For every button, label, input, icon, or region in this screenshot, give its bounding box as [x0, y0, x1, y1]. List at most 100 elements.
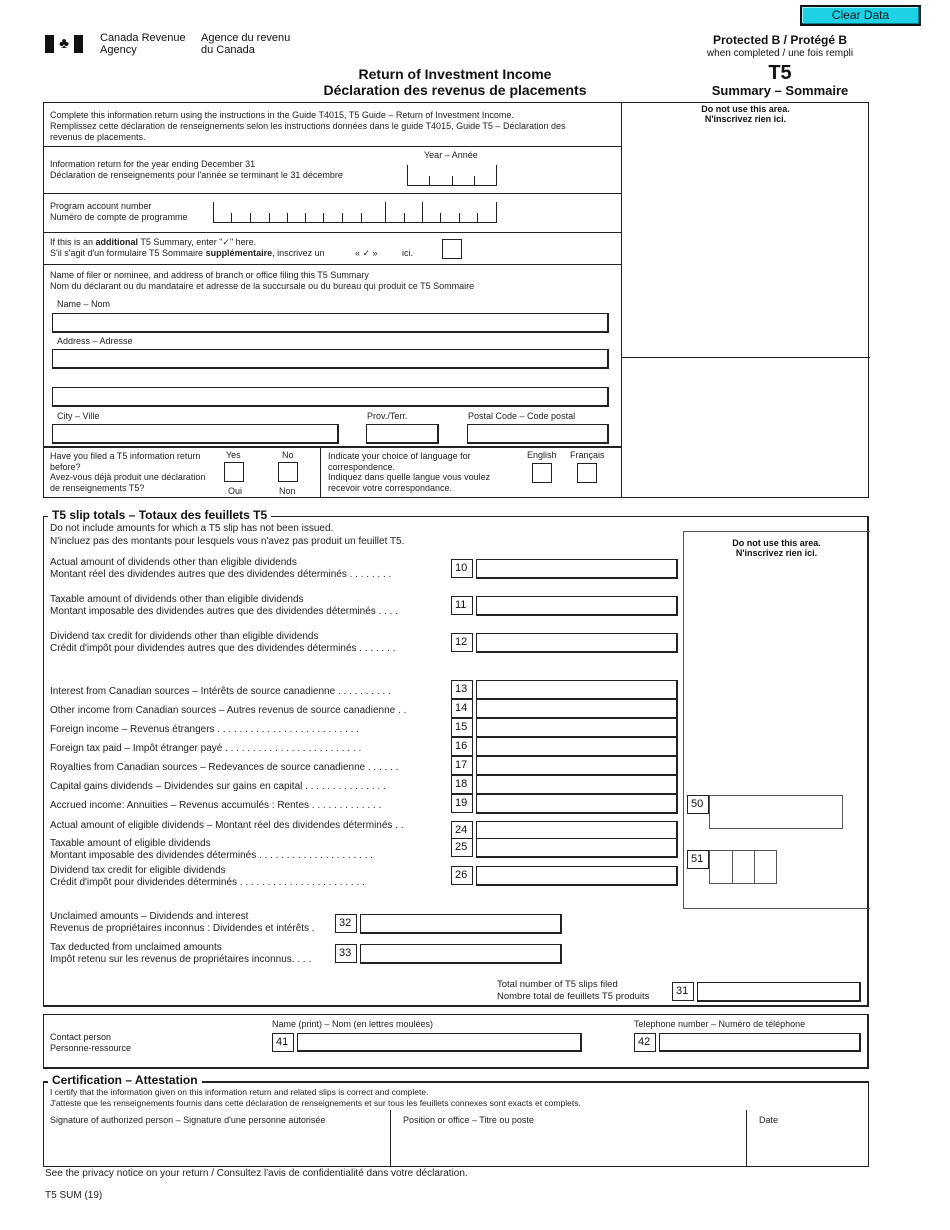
- additional-summary-checkbox[interactable]: [442, 239, 462, 259]
- contact-label-fr: Personne-ressource: [50, 1043, 132, 1053]
- program-account-digit-divider: [385, 202, 386, 222]
- box-11-code: 11: [451, 596, 473, 615]
- filed-before-q-2: before?: [50, 461, 81, 472]
- box-42-code: 42: [634, 1033, 656, 1052]
- box-17-input[interactable]: [476, 756, 678, 776]
- address-line-2-input[interactable]: [52, 387, 609, 407]
- additional-summary-label-fr: S'il s'agit d'un formulaire T5 Sommaire …: [50, 248, 325, 258]
- address-label: Address – Adresse: [57, 336, 133, 346]
- box-33-code: 33: [335, 944, 357, 963]
- clear-data-button[interactable]: Clear Data: [800, 5, 921, 26]
- box-15-input[interactable]: [476, 718, 678, 738]
- program-account-digit-divider: [213, 202, 214, 222]
- agency-name-en-1: Canada Revenue: [100, 32, 186, 44]
- language-francais-checkbox[interactable]: [577, 463, 597, 483]
- box-18-code: 18: [451, 775, 473, 794]
- postal-code-input[interactable]: [467, 424, 609, 444]
- language-english-checkbox[interactable]: [532, 463, 552, 483]
- slip-row-label-en: Capital gains dividends – Dividendes sur…: [50, 781, 386, 792]
- name-label: Name – Nom: [57, 299, 111, 309]
- box-13-input[interactable]: [476, 680, 678, 700]
- check-glyph-label: « ✓ »: [355, 248, 378, 258]
- filed-before-q-3: Avez-vous déjà produit une déclaration: [50, 472, 206, 482]
- slip-row-label-en: Dividend tax credit for eligible dividen…: [50, 865, 226, 876]
- date-field[interactable]: [747, 1128, 868, 1166]
- box-17-code: 17: [451, 756, 473, 775]
- province-input[interactable]: [366, 424, 439, 444]
- slip-row-label-en: Interest from Canadian sources – Intérêt…: [50, 686, 391, 697]
- box-12-input[interactable]: [476, 633, 678, 653]
- program-account-digit-divider: [323, 213, 324, 222]
- box-13-code: 13: [451, 680, 473, 699]
- program-account-digit-divider: [459, 213, 460, 222]
- program-account-digit-divider: [269, 213, 270, 222]
- language-q-1: Indicate your choice of language for: [328, 451, 471, 461]
- slip-row-label-fr: Montant réel des dividendes autres que d…: [50, 569, 392, 580]
- program-account-input[interactable]: [213, 202, 497, 223]
- form-code: T5: [768, 62, 792, 84]
- ici-label: ici.: [402, 248, 413, 258]
- contact-name-label: Name (print) – Nom (en lettres moulées): [272, 1019, 434, 1029]
- protected-label: Protected B / Protégé B: [712, 33, 848, 47]
- certification-line-1: I certify that the information given on …: [50, 1087, 429, 1097]
- slip-row-label-fr: Impôt retenu sur les revenus de propriét…: [50, 954, 312, 965]
- contact-phone-input[interactable]: [659, 1033, 861, 1052]
- language-q-2: correspondence.: [328, 461, 396, 472]
- box-14-code: 14: [451, 699, 473, 718]
- box-32-input[interactable]: [360, 914, 562, 934]
- box-41-code: 41: [272, 1033, 294, 1052]
- slip-row-label-en: Accrued income: Annuities – Revenus accu…: [50, 800, 382, 811]
- box-26-input[interactable]: [476, 866, 678, 886]
- filer-heading-fr: Nom du déclarant ou du mandataire et adr…: [50, 281, 475, 291]
- certification-title: Certification – Attestation: [48, 1073, 202, 1087]
- box-25-input[interactable]: [476, 838, 678, 858]
- date-label: Date: [759, 1115, 779, 1125]
- box-33-input[interactable]: [360, 944, 562, 964]
- year-input[interactable]: [407, 164, 497, 186]
- contact-phone-label: Telephone number – Numéro de téléphone: [634, 1019, 806, 1029]
- program-account-digit-divider: [496, 202, 497, 222]
- protected-sub-label: when completed / une fois rempli: [706, 48, 854, 59]
- postal-code-label: Postal Code – Code postal: [468, 411, 576, 421]
- office-use-notice-2: N'inscrivez rien ici.: [704, 114, 787, 124]
- filed-before-q-4: de renseignements T5?: [50, 482, 145, 493]
- instructions-line-3: revenus de placements.: [50, 132, 146, 142]
- box-16-input[interactable]: [476, 737, 678, 757]
- slip-totals-title: T5 slip totals – Totaux des feuillets T5: [48, 508, 272, 522]
- additional-summary-label-en: If this is an additional T5 Summary, ent…: [50, 237, 257, 247]
- position-field[interactable]: [391, 1128, 745, 1166]
- box-50-code: 50: [687, 795, 709, 814]
- box-25-code: 25: [451, 838, 473, 857]
- filed-before-yes-checkbox[interactable]: [224, 462, 244, 482]
- box-32-code: 32: [335, 914, 357, 933]
- office-use-notice-1: Do not use this area.: [701, 104, 790, 114]
- box-14-input[interactable]: [476, 699, 678, 719]
- box-19-input[interactable]: [476, 794, 678, 814]
- slip-row-label-en: Actual amount of dividends other than el…: [50, 557, 297, 568]
- program-account-digit-divider: [440, 213, 441, 222]
- non-label: Non: [279, 486, 296, 496]
- no-label: No: [282, 450, 294, 460]
- signature-field[interactable]: [44, 1128, 389, 1166]
- city-input[interactable]: [52, 424, 339, 444]
- box-18-input[interactable]: [476, 775, 678, 795]
- slip-totals-note-1: Do not include amounts for which a T5 sl…: [50, 523, 334, 534]
- francais-label: Français: [570, 450, 605, 460]
- box-16-code: 16: [451, 737, 473, 756]
- slip-totals-note-2: N'incluez pas des montants pour lesquels…: [50, 535, 405, 547]
- filer-name-input[interactable]: [52, 313, 609, 333]
- total-slips-input[interactable]: [697, 982, 861, 1002]
- filed-before-no-checkbox[interactable]: [278, 462, 298, 482]
- box-10-input[interactable]: [476, 559, 678, 579]
- box-15-code: 15: [451, 718, 473, 737]
- program-account-digit-divider: [305, 213, 306, 222]
- contact-name-input[interactable]: [297, 1033, 582, 1052]
- address-line-1-input[interactable]: [52, 349, 609, 369]
- english-label: English: [527, 450, 557, 460]
- year-label-fr: Déclaration de renseignements pour l'ann…: [50, 170, 343, 180]
- program-account-label-fr: Numéro de compte de programme: [50, 212, 188, 222]
- program-account-digit-divider: [287, 213, 288, 222]
- program-account-digit-divider: [250, 213, 251, 222]
- box-11-input[interactable]: [476, 596, 678, 616]
- box-31-code: 31: [672, 982, 694, 1001]
